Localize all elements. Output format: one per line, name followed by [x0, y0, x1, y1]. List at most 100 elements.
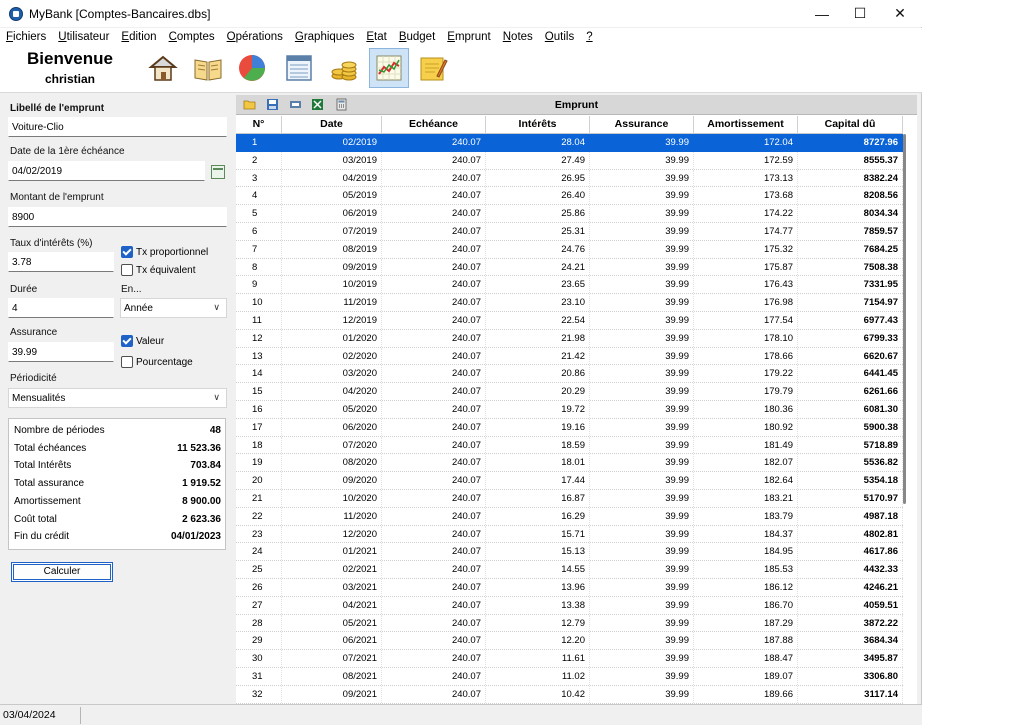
table-cell: 240.07	[382, 383, 486, 400]
table-cell: 39.99	[590, 596, 694, 614]
table-row[interactable]: 3 04/2019 240.07 26.95 39.99 173.13 8382.24	[236, 169, 903, 188]
column-header[interactable]: N°	[236, 116, 282, 134]
periodicite-select[interactable]: Mensualités ∨	[8, 388, 227, 408]
table-cell: 240.07	[382, 525, 486, 543]
budget-button[interactable]	[324, 48, 364, 88]
table-row[interactable]: 24 01/2021 240.07 15.13 39.99 184.95 4617.86	[236, 543, 903, 562]
tx-equivalent-checkbox[interactable]: Tx équivalent	[121, 264, 195, 276]
accounts-button[interactable]	[188, 48, 228, 88]
table-row[interactable]: 21 10/2020 240.07 16.87 39.99 183.21 5170.97	[236, 489, 903, 508]
table-cell: 18.01	[486, 454, 590, 472]
table-row[interactable]: 1 02/2019 240.07 28.04 39.99 172.04 8727.96	[236, 134, 903, 152]
table-row[interactable]: 6 07/2019 240.07 25.31 39.99 174.77 7859.57	[236, 222, 903, 241]
table-cell: 02/2021	[282, 561, 382, 578]
loan-button[interactable]	[369, 48, 409, 88]
table-row[interactable]: 25 02/2021 240.07 14.55 39.99 185.53 4432.33	[236, 561, 903, 579]
table-row[interactable]: 17 06/2020 240.07 19.16 39.99 180.92 5900.38	[236, 418, 903, 437]
summary-panel: Nombre de périodes 48 Total échéances 11 52…	[8, 418, 226, 550]
first-date-input[interactable]: 04/02/2019	[8, 161, 205, 181]
table-cell: 240.07	[382, 205, 486, 222]
assurance-label: Assurance	[10, 327, 58, 338]
menu-fichiers[interactable]: Fichiers	[6, 31, 46, 43]
menu-[interactable]: ?	[586, 31, 592, 43]
duration-unit-select[interactable]: Année ∨	[120, 298, 227, 318]
table-row[interactable]: 29 06/2021 240.07 12.20 39.99 187.88 3684.34	[236, 632, 903, 651]
table-row[interactable]: 8 09/2019 240.07 24.21 39.99 175.87 7508.38	[236, 258, 903, 277]
calculate-button[interactable]: Calculer	[11, 562, 113, 582]
table-cell: 189.66	[694, 685, 798, 703]
coins-icon	[331, 61, 357, 81]
vertical-scrollbar[interactable]	[903, 134, 906, 504]
table-row[interactable]: 14 03/2020 240.07 20.86 39.99 179.22 6441.45	[236, 365, 903, 384]
table-cell: 25.31	[486, 222, 590, 240]
assurance-input[interactable]: 39.99	[8, 342, 114, 362]
table-cell: 31	[236, 667, 282, 685]
menu-emprunt[interactable]: Emprunt	[447, 31, 490, 43]
table-cell: 04/2019	[282, 169, 382, 187]
calendar-icon[interactable]	[211, 165, 225, 179]
table-row[interactable]: 12 01/2020 240.07 21.98 39.99 178.10 6799.33	[236, 329, 903, 348]
table-row[interactable]: 16 05/2020 240.07 19.72 39.99 180.36 6081.30	[236, 400, 903, 419]
column-header[interactable]: Date	[282, 116, 382, 134]
table-row[interactable]: 15 04/2020 240.07 20.29 39.99 179.79 6261.66	[236, 383, 903, 401]
table-row[interactable]: 5 06/2019 240.07 25.86 39.99 174.22 8034.34	[236, 205, 903, 223]
table-row[interactable]: 10 11/2019 240.07 23.10 39.99 176.98 7154.97	[236, 294, 903, 312]
table-row[interactable]: 26 03/2021 240.07 13.96 39.99 186.12 4246.21	[236, 578, 903, 597]
menu-notes[interactable]: Notes	[503, 31, 533, 43]
menu-edition[interactable]: Edition	[121, 31, 156, 43]
table-row[interactable]: 28 05/2021 240.07 12.79 39.99 187.29 3872.22	[236, 614, 903, 633]
column-header[interactable]: Intérêts	[486, 116, 590, 134]
table-row[interactable]: 30 07/2021 240.07 11.61 39.99 188.47 3495.87	[236, 650, 903, 668]
notes-button[interactable]	[413, 48, 453, 88]
table-row[interactable]: 22 11/2020 240.07 16.29 39.99 183.79 4987.18	[236, 507, 903, 526]
register-button[interactable]	[279, 48, 319, 88]
table-row[interactable]: 11 12/2019 240.07 22.54 39.99 177.54 6977.43	[236, 311, 903, 330]
pourcentage-checkbox[interactable]: Pourcentage	[121, 356, 193, 368]
home-button[interactable]	[143, 48, 183, 88]
column-header[interactable]: Amortissement	[694, 116, 798, 134]
table-cell: 1	[236, 134, 282, 151]
chevron-down-icon: ∨	[213, 302, 220, 312]
charts-button[interactable]	[232, 48, 272, 88]
menu-graphiques[interactable]: Graphiques	[295, 31, 354, 43]
valeur-checkbox[interactable]: Valeur	[121, 335, 164, 347]
table-row[interactable]: 19 08/2020 240.07 18.01 39.99 182.07 5536.82	[236, 454, 903, 473]
table-row[interactable]: 7 08/2019 240.07 24.76 39.99 175.32 7684.25	[236, 240, 903, 259]
table-cell: 18	[236, 436, 282, 454]
table-cell: 08/2019	[282, 240, 382, 258]
menu-comptes[interactable]: Comptes	[169, 31, 215, 43]
table-row[interactable]: 4 05/2019 240.07 26.40 39.99 173.68 8208.56	[236, 187, 903, 206]
table-row[interactable]: 23 12/2020 240.07 15.71 39.99 184.37 4802.81	[236, 525, 903, 544]
taux-input[interactable]: 3.78	[8, 252, 114, 272]
table-cell: 176.98	[694, 294, 798, 311]
montant-input[interactable]: 8900	[8, 207, 227, 227]
maximize-button[interactable]: ☐	[838, 0, 882, 27]
table-row[interactable]: 13 02/2020 240.07 21.42 39.99 178.66 6620.67	[236, 347, 903, 366]
column-header[interactable]: Echéance	[382, 116, 486, 134]
libelle-input[interactable]: Voiture-Clio	[8, 117, 227, 137]
table-row[interactable]: 9 10/2019 240.07 23.65 39.99 176.43 7331.95	[236, 276, 903, 295]
column-header[interactable]: Capital dû	[798, 116, 903, 134]
table-row[interactable]: 2 03/2019 240.07 27.49 39.99 172.59 8555.37	[236, 151, 903, 170]
table-row[interactable]: 32 09/2021 240.07 10.42 39.99 189.66 3117.14	[236, 685, 903, 704]
toolbar: Bienvenue christian	[0, 45, 922, 93]
title-bar: MyBank [Comptes-Bancaires.dbs] — ☐ ✕	[0, 0, 922, 27]
menu-budget[interactable]: Budget	[399, 31, 435, 43]
table-row[interactable]: 27 04/2021 240.07 13.38 39.99 186.70 4059.51	[236, 596, 903, 615]
menu-outils[interactable]: Outils	[545, 31, 574, 43]
table-cell: 240.07	[382, 667, 486, 685]
app-window: MyBank [Comptes-Bancaires.dbs] — ☐ ✕ Fic…	[0, 0, 922, 725]
table-cell: 39.99	[590, 632, 694, 650]
menu-etat[interactable]: Etat	[366, 31, 386, 43]
menu-utilisateur[interactable]: Utilisateur	[58, 31, 109, 43]
duree-input[interactable]: 4	[8, 298, 114, 318]
close-button[interactable]: ✕	[878, 0, 922, 27]
table-row[interactable]: 18 07/2020 240.07 18.59 39.99 181.49 5718.89	[236, 436, 903, 455]
table-row[interactable]: 20 09/2020 240.07 17.44 39.99 182.64 5354.18	[236, 472, 903, 490]
table-row[interactable]: 31 08/2021 240.07 11.02 39.99 189.07 3306.80	[236, 667, 903, 686]
menu-operations[interactable]: Opérations	[227, 31, 283, 43]
tx-proportionnel-checkbox[interactable]: Tx proportionnel	[121, 246, 208, 258]
column-header[interactable]: Assurance	[590, 116, 694, 134]
table-cell: 172.04	[694, 134, 798, 151]
table-cell: 240.07	[382, 543, 486, 561]
